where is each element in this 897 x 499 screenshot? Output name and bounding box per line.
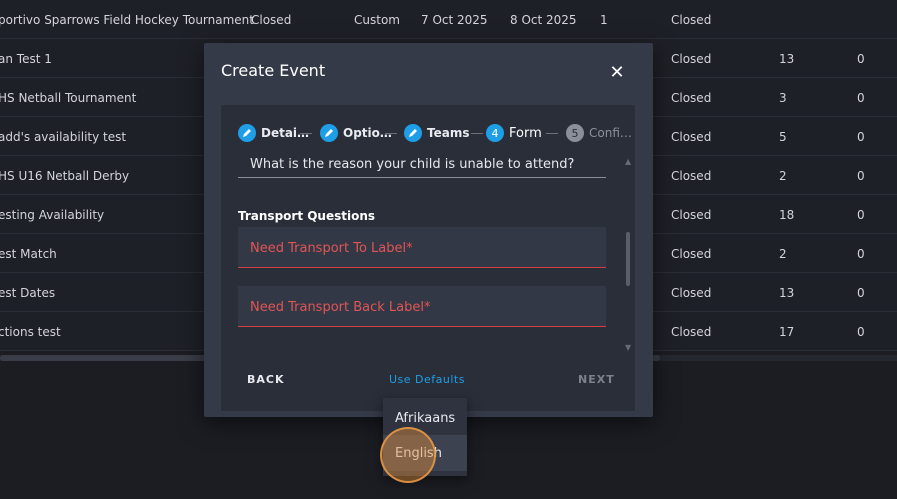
step-options[interactable]: Optio…	[320, 123, 392, 143]
table-cell-name: est Match	[0, 247, 57, 261]
step-label: Teams	[427, 126, 470, 140]
table-cell-n2: 0	[857, 286, 865, 300]
table-cell-n2: 0	[857, 208, 865, 222]
step-number: 4	[486, 124, 504, 142]
language-dropdown: Afrikaans English	[383, 398, 467, 476]
back-button[interactable]: BACK	[247, 373, 285, 386]
pencil-icon	[320, 124, 338, 142]
form-scrollbar-thumb[interactable]	[626, 232, 630, 286]
table-cell-status2: Closed	[671, 130, 712, 144]
table-cell-name: HS Netball Tournament	[0, 91, 137, 105]
table-cell-status2: Closed	[671, 286, 712, 300]
section-label: Transport Questions	[238, 209, 376, 223]
table-cell-n1: 17	[779, 325, 795, 339]
form-scroll-area[interactable]: What is the reason your child is unable …	[238, 155, 618, 351]
table-cell-status2: Closed	[671, 91, 712, 105]
step-connector	[546, 133, 558, 134]
step-connector	[471, 133, 483, 134]
table-cell-status2: Closed	[671, 13, 712, 27]
question-underline	[238, 177, 606, 178]
table-cell-status: Closed	[251, 13, 292, 27]
table-cell-n1: 2	[779, 247, 787, 261]
table-cell-status2: Closed	[671, 325, 712, 339]
table-cell-name: add's availability test	[0, 130, 127, 144]
modal-title: Create Event	[221, 61, 326, 80]
transport-back-field[interactable]: Need Transport Back Label*	[238, 286, 606, 327]
table-cell-name: an Test 1	[0, 52, 52, 66]
table-cell-n1: 2	[779, 169, 787, 183]
modal-content: Detai… Optio… Teams 4 Form 5 Confi… What…	[221, 105, 635, 411]
table-cell-n2: 0	[857, 325, 865, 339]
option-label: Afrikaans	[395, 411, 456, 426]
table-cell-n2: 0	[857, 130, 865, 144]
pencil-icon	[238, 124, 256, 142]
table-cell-status2: Closed	[671, 169, 712, 183]
table-cell-name: esting Availability	[0, 208, 105, 222]
table-cell-name: HS U16 Netball Derby	[0, 169, 130, 183]
question-field-value[interactable]: What is the reason your child is unable …	[250, 157, 574, 172]
table-cell-n2: 0	[857, 91, 865, 105]
stepper: Detai… Optio… Teams 4 Form 5 Confi…	[238, 123, 632, 143]
step-label: Form	[509, 125, 542, 141]
next-button[interactable]: NEXT	[578, 373, 615, 386]
scroll-up-arrow-icon[interactable]: ▲	[625, 157, 631, 166]
table-cell-n2: 0	[857, 169, 865, 183]
table-cell-name: est Dates	[0, 286, 56, 300]
table-cell-n1: 3	[779, 91, 787, 105]
table-cell-n2: 0	[857, 247, 865, 261]
create-event-modal: Create Event ✕ Detai… Optio… Teams 4 For…	[204, 43, 653, 417]
table-cell-start: 7 Oct 2025	[421, 13, 488, 27]
step-connector	[300, 133, 312, 134]
scroll-down-arrow-icon[interactable]: ▼	[625, 343, 631, 352]
option-label: English	[395, 446, 442, 461]
table-cell-status2: Closed	[671, 208, 712, 222]
step-form[interactable]: 4 Form	[486, 123, 542, 143]
table-cell-name: portivo Sparrows Field Hockey Tournament	[0, 13, 254, 27]
table-cell-n1: 13	[779, 52, 795, 66]
step-teams[interactable]: Teams	[404, 123, 469, 143]
step-number: 5	[566, 124, 584, 142]
step-confirm[interactable]: 5 Confi…	[566, 123, 632, 143]
table-cell-num: 1	[600, 13, 608, 27]
table-cell-status2: Closed	[671, 247, 712, 261]
table-row[interactable]: portivo Sparrows Field Hockey Tournament…	[0, 0, 897, 39]
step-connector	[385, 133, 397, 134]
table-cell-type: Custom	[354, 13, 400, 27]
pencil-icon	[404, 124, 422, 142]
transport-to-field[interactable]: Need Transport To Label*	[238, 227, 606, 268]
step-details[interactable]: Detai…	[238, 123, 309, 143]
table-cell-end: 8 Oct 2025	[510, 13, 577, 27]
table-cell-status2: Closed	[671, 52, 712, 66]
field-label: Need Transport Back Label*	[250, 300, 431, 315]
table-cell-n1: 5	[779, 130, 787, 144]
dropdown-option-afrikaans[interactable]: Afrikaans	[383, 400, 467, 436]
table-cell-name: ctions test	[0, 325, 61, 339]
field-label: Need Transport To Label*	[250, 241, 413, 256]
table-cell-n1: 18	[779, 208, 795, 222]
table-cell-n1: 13	[779, 286, 795, 300]
use-defaults-button[interactable]: Use Defaults	[389, 373, 465, 386]
dropdown-option-english[interactable]: English	[383, 435, 467, 471]
close-icon[interactable]: ✕	[609, 64, 625, 82]
table-cell-n2: 0	[857, 52, 865, 66]
step-label: Confi…	[589, 126, 632, 140]
